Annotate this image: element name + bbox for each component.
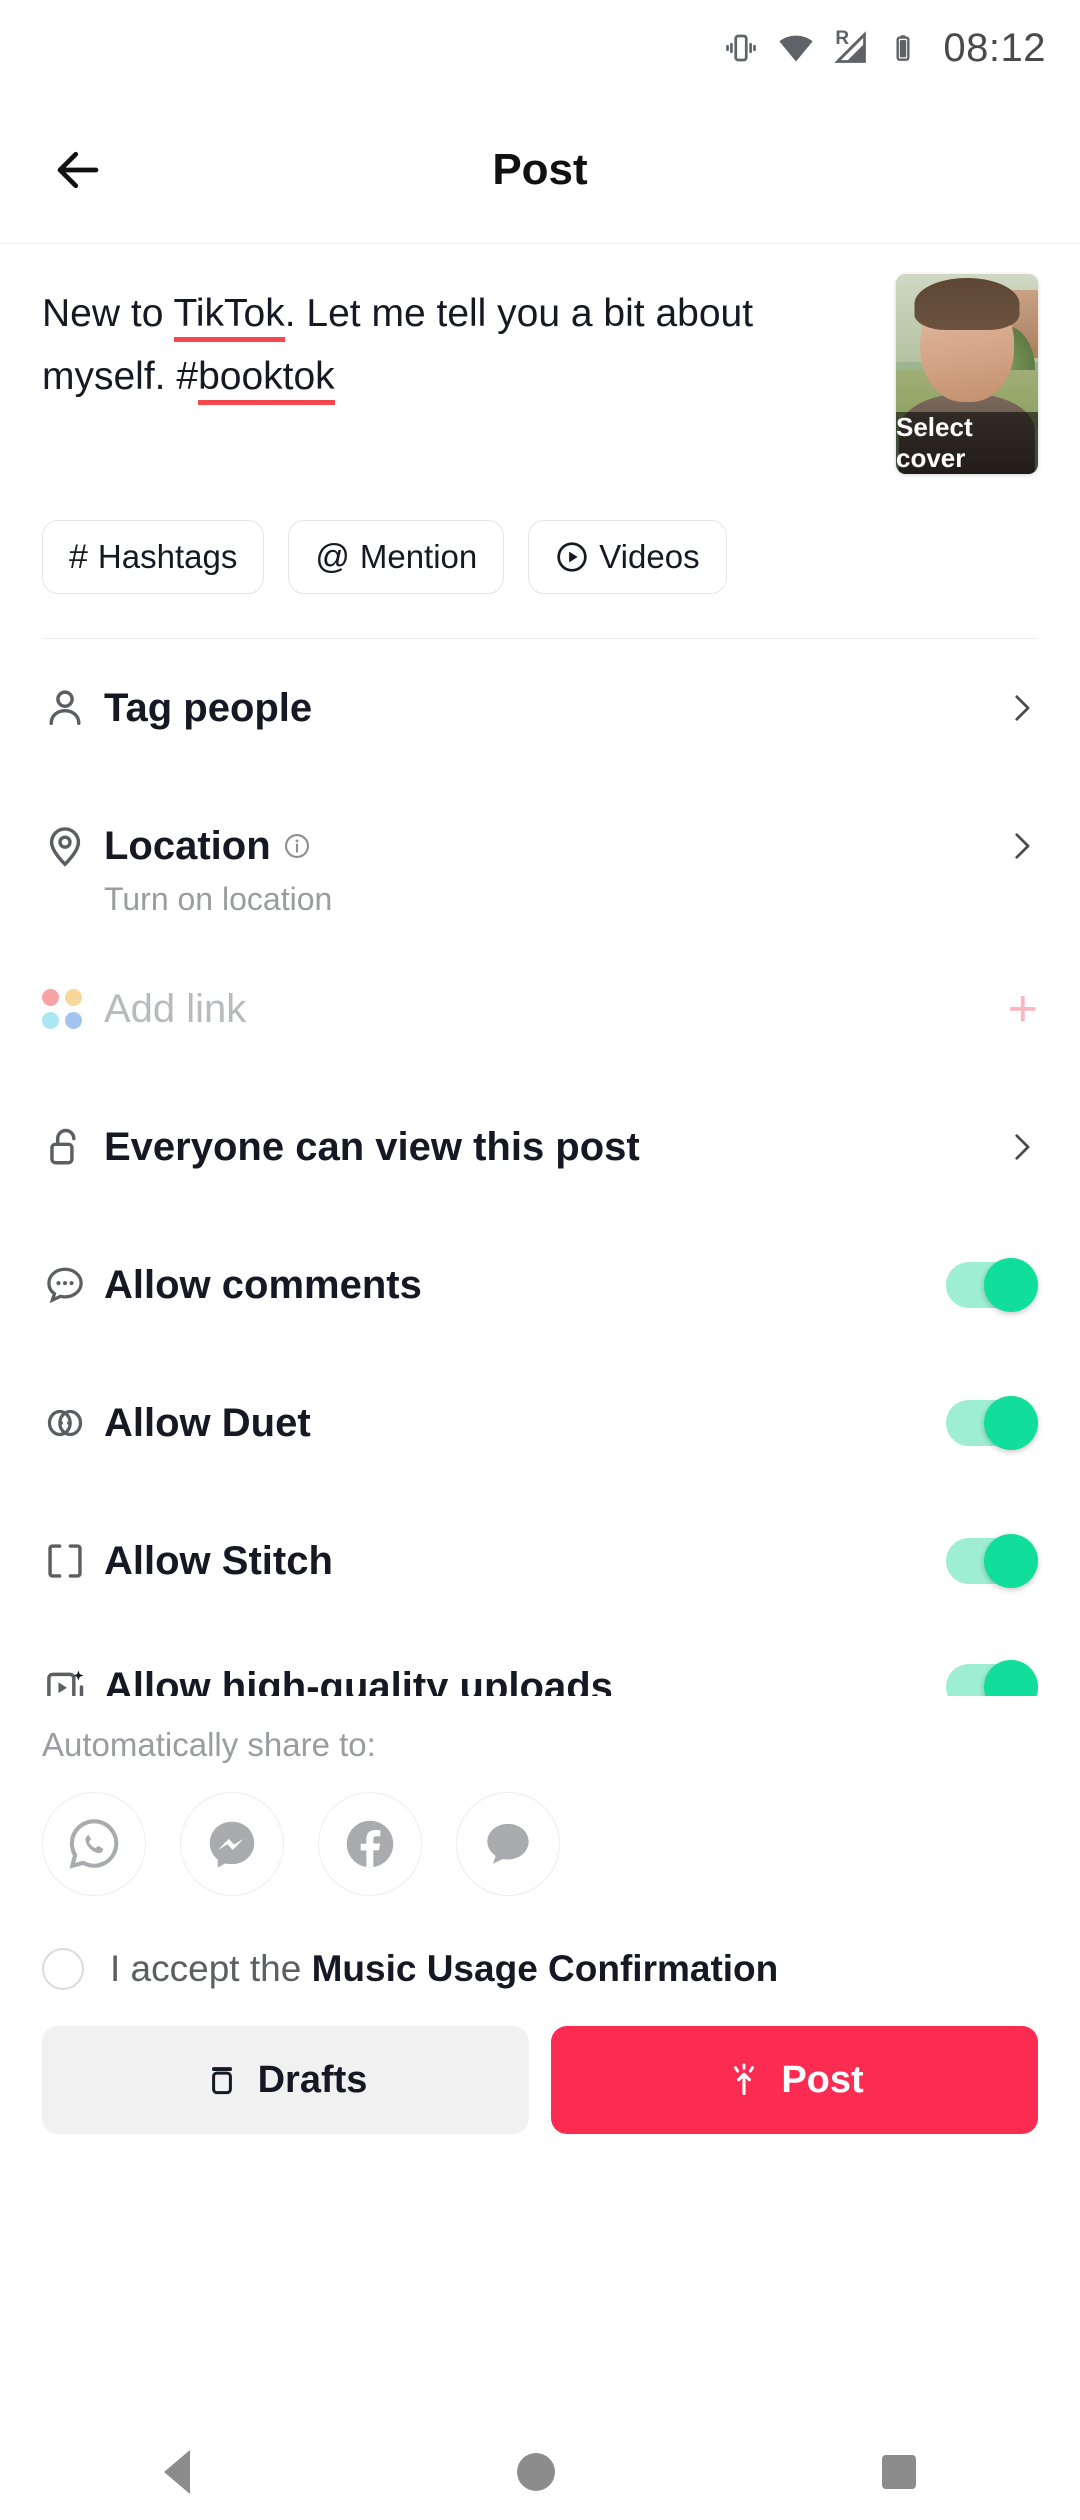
row-allow-duet-label: Allow Duet <box>104 1401 946 1446</box>
music-usage-prefix: I accept the <box>110 1948 312 1989</box>
row-allow-comments-label: Allow comments <box>104 1263 946 1308</box>
app-header: Post <box>0 96 1080 244</box>
archive-box-icon <box>204 2062 240 2098</box>
status-bar-clock: 08:12 <box>943 26 1046 71</box>
hq-upload-icon <box>42 1664 104 1696</box>
play-circle-icon <box>555 540 589 574</box>
back-button[interactable] <box>40 132 116 208</box>
chip-videos[interactable]: Videos <box>528 520 726 594</box>
unlock-icon <box>42 1124 104 1170</box>
row-add-link-label: Add link <box>104 987 1008 1032</box>
auto-share-title: Automatically share to: <box>0 1696 1080 1764</box>
nav-home-icon[interactable] <box>517 2453 555 2491</box>
whatsapp-icon[interactable] <box>42 1792 146 1896</box>
facebook-icon[interactable] <box>318 1792 422 1896</box>
sms-icon[interactable] <box>456 1792 560 1896</box>
cover-person-hair <box>914 278 1019 330</box>
messenger-icon[interactable] <box>180 1792 284 1896</box>
caption-misspell-booktok: booktok <box>198 355 335 405</box>
page-title: Post <box>0 145 1080 195</box>
row-allow-stitch[interactable]: Allow Stitch <box>42 1492 1038 1630</box>
row-add-link[interactable]: Add link + <box>42 940 1038 1078</box>
info-icon[interactable] <box>283 832 311 860</box>
caption-misspell-tiktok: TikTok <box>174 292 285 342</box>
row-allow-hq-uploads-label: Allow high-quality uploads <box>104 1665 946 1697</box>
chip-hashtags-label: Hashtags <box>98 538 237 576</box>
location-pin-icon <box>42 823 104 869</box>
toggle-allow-duet[interactable] <box>946 1396 1038 1450</box>
chip-videos-label: Videos <box>599 538 699 576</box>
add-link-plus-icon[interactable]: + <box>1008 983 1038 1035</box>
chevron-right-icon <box>1004 1130 1038 1164</box>
auto-share-icons <box>0 1764 1080 1896</box>
wifi-icon <box>777 29 815 67</box>
row-allow-hq-uploads[interactable]: Allow high-quality uploads <box>42 1630 1038 1696</box>
footer-buttons: Drafts Post <box>0 1990 1080 2134</box>
duet-icon <box>42 1400 104 1446</box>
music-usage-row[interactable]: I accept the Music Usage Confirmation <box>0 1896 1080 1990</box>
chevron-right-icon <box>1004 691 1038 725</box>
caption-input[interactable]: New to TikTok. Let me tell you a bit abo… <box>42 278 896 474</box>
toggle-allow-hq-uploads[interactable] <box>946 1660 1038 1696</box>
chip-mention-label: Mention <box>360 538 477 576</box>
row-privacy-label: Everyone can view this post <box>104 1125 1004 1170</box>
chevron-right-icon <box>1004 829 1038 863</box>
nav-back-icon[interactable] <box>164 2450 190 2494</box>
toggle-allow-comments[interactable] <box>946 1258 1038 1312</box>
vibrate-icon <box>723 30 759 66</box>
row-allow-hq-uploads-clip: Allow high-quality uploads <box>42 1630 1038 1696</box>
status-bar: R 08:12 <box>0 0 1080 96</box>
caption-line2-pre: myself. <box>42 355 176 398</box>
person-icon <box>42 685 104 731</box>
drafts-button[interactable]: Drafts <box>42 2026 529 2134</box>
music-usage-text: I accept the Music Usage Confirmation <box>110 1948 778 1990</box>
stitch-icon <box>42 1538 104 1584</box>
upload-burst-icon <box>725 2061 763 2099</box>
row-allow-duet[interactable]: Allow Duet <box>42 1354 1038 1492</box>
nav-recents-icon[interactable] <box>882 2455 916 2489</box>
at-mention-icon: @ <box>315 540 350 574</box>
post-button-label: Post <box>781 2059 863 2102</box>
row-privacy[interactable]: Everyone can view this post <box>42 1078 1038 1216</box>
tiktok-post-screen: R 08:12 Post New to TikTok. Let me tell … <box>0 0 1080 2520</box>
music-usage-radio[interactable] <box>42 1948 84 1990</box>
chip-mention[interactable]: @ Mention <box>288 520 504 594</box>
row-tag-people-label: Tag people <box>104 686 1004 731</box>
music-usage-link[interactable]: Music Usage Confirmation <box>312 1948 779 1989</box>
settings-rows: Tag people Location Turn on location <box>0 639 1080 1696</box>
battery-icon <box>887 32 919 64</box>
select-cover-label: Select cover <box>896 412 1038 474</box>
post-button[interactable]: Post <box>551 2026 1038 2134</box>
row-allow-stitch-label: Allow Stitch <box>104 1539 946 1584</box>
comment-bubble-icon <box>42 1262 104 1308</box>
select-cover-thumbnail[interactable]: Select cover <box>896 274 1038 474</box>
row-allow-comments[interactable]: Allow comments <box>42 1216 1038 1354</box>
android-nav-bar <box>0 2424 1080 2520</box>
row-location-text: Location <box>104 824 271 869</box>
signal-roaming-icon: R <box>833 30 869 66</box>
insert-chips-row: # Hashtags @ Mention Videos <box>0 474 1080 594</box>
chip-hashtags[interactable]: # Hashtags <box>42 520 264 594</box>
hashtag-icon: # <box>69 540 88 574</box>
row-tag-people[interactable]: Tag people <box>42 639 1038 777</box>
color-dots-icon <box>42 989 104 1029</box>
caption-line1-post: . Let me tell you a bit about <box>285 292 753 335</box>
toggle-allow-stitch[interactable] <box>946 1534 1038 1588</box>
caption-section: New to TikTok. Let me tell you a bit abo… <box>0 244 1080 474</box>
row-location[interactable]: Location <box>42 777 1038 915</box>
caption-line1-pre: New to <box>42 292 174 335</box>
drafts-button-label: Drafts <box>258 2059 368 2102</box>
roaming-letter: R <box>835 28 849 50</box>
caption-hash: # <box>176 355 198 398</box>
row-location-label: Location <box>104 824 1004 869</box>
